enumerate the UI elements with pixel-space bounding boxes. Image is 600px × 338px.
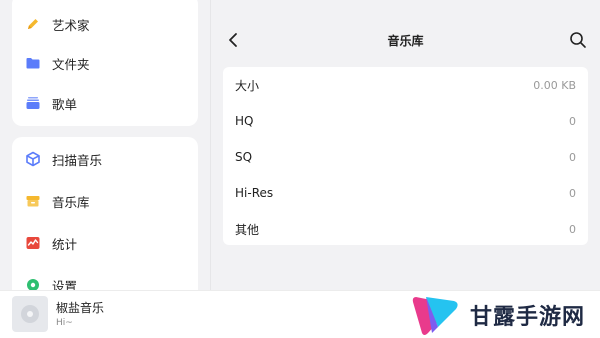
settings-icon xyxy=(27,279,39,290)
stat-value: 0 xyxy=(569,114,576,128)
stat-value: 0 xyxy=(569,186,576,200)
sidebar-card-tools: 扫描音乐 音乐库 统计 设置 xyxy=(12,137,198,290)
sidebar-card-library: 艺术家 文件夹 歌单 xyxy=(12,0,198,126)
page-title: 音乐库 xyxy=(387,34,424,48)
sidebar-item-folders[interactable]: 文件夹 xyxy=(12,45,198,81)
album-art[interactable] xyxy=(12,296,48,332)
sidebar-item-artists[interactable]: 艺术家 xyxy=(12,6,198,42)
scan-icon xyxy=(26,151,40,167)
library-stats-card: 大小 0.00 KB HQ 0 SQ 0 Hi-Res 0 其他 0 xyxy=(223,67,588,245)
stat-label: HQ xyxy=(235,114,254,128)
stat-row-other: 其他 0 xyxy=(223,211,588,247)
sidebar-item-label: 统计 xyxy=(52,236,78,252)
stat-row-sq: SQ 0 xyxy=(223,139,588,175)
chart-icon xyxy=(26,237,40,249)
sidebar-item-label: 设置 xyxy=(52,278,78,291)
sidebar-item-label: 艺术家 xyxy=(52,17,90,33)
sidebar-item-music-library[interactable]: 音乐库 xyxy=(12,183,198,219)
song-title: 椒盐音乐 xyxy=(56,301,105,315)
stat-label: 大小 xyxy=(235,78,260,93)
watermark-text: 甘露手游网 xyxy=(470,305,586,330)
playlist-icon xyxy=(26,97,40,109)
watermark-logo xyxy=(412,297,458,335)
pencil-icon xyxy=(28,19,38,29)
disc-icon xyxy=(21,305,39,323)
sidebar: 艺术家 文件夹 歌单 扫描音乐 音乐库 统计 设置 xyxy=(0,0,210,290)
top-bar: 音乐库 xyxy=(211,22,600,58)
stat-label: SQ xyxy=(235,150,253,164)
sidebar-item-settings[interactable]: 设置 xyxy=(12,267,198,290)
sidebar-item-label: 扫描音乐 xyxy=(52,152,103,168)
stat-value: 0 xyxy=(569,150,576,164)
sidebar-item-scan-music[interactable]: 扫描音乐 xyxy=(12,141,198,177)
stat-label: Hi-Res xyxy=(235,186,274,200)
stat-row-hires: Hi-Res 0 xyxy=(223,175,588,211)
stat-value: 0.00 KB xyxy=(533,78,576,92)
folder-icon xyxy=(26,58,40,69)
song-subtitle: Hi~ xyxy=(56,318,73,328)
sidebar-item-playlists[interactable]: 歌单 xyxy=(12,85,198,121)
stat-label: 其他 xyxy=(235,222,260,237)
main-content: 音乐库 大小 0.00 KB HQ 0 SQ 0 Hi-Res 0 其他 0 xyxy=(211,0,600,290)
sidebar-item-label: 音乐库 xyxy=(52,194,90,210)
music-library-icon xyxy=(26,196,40,207)
sidebar-item-label: 文件夹 xyxy=(52,56,90,72)
stat-row-size: 大小 0.00 KB xyxy=(223,67,588,103)
sidebar-item-label: 歌单 xyxy=(52,96,78,112)
search-icon[interactable] xyxy=(568,30,588,50)
sidebar-item-statistics[interactable]: 统计 xyxy=(12,225,198,261)
stat-value: 0 xyxy=(569,222,576,236)
stat-row-hq: HQ 0 xyxy=(223,103,588,139)
